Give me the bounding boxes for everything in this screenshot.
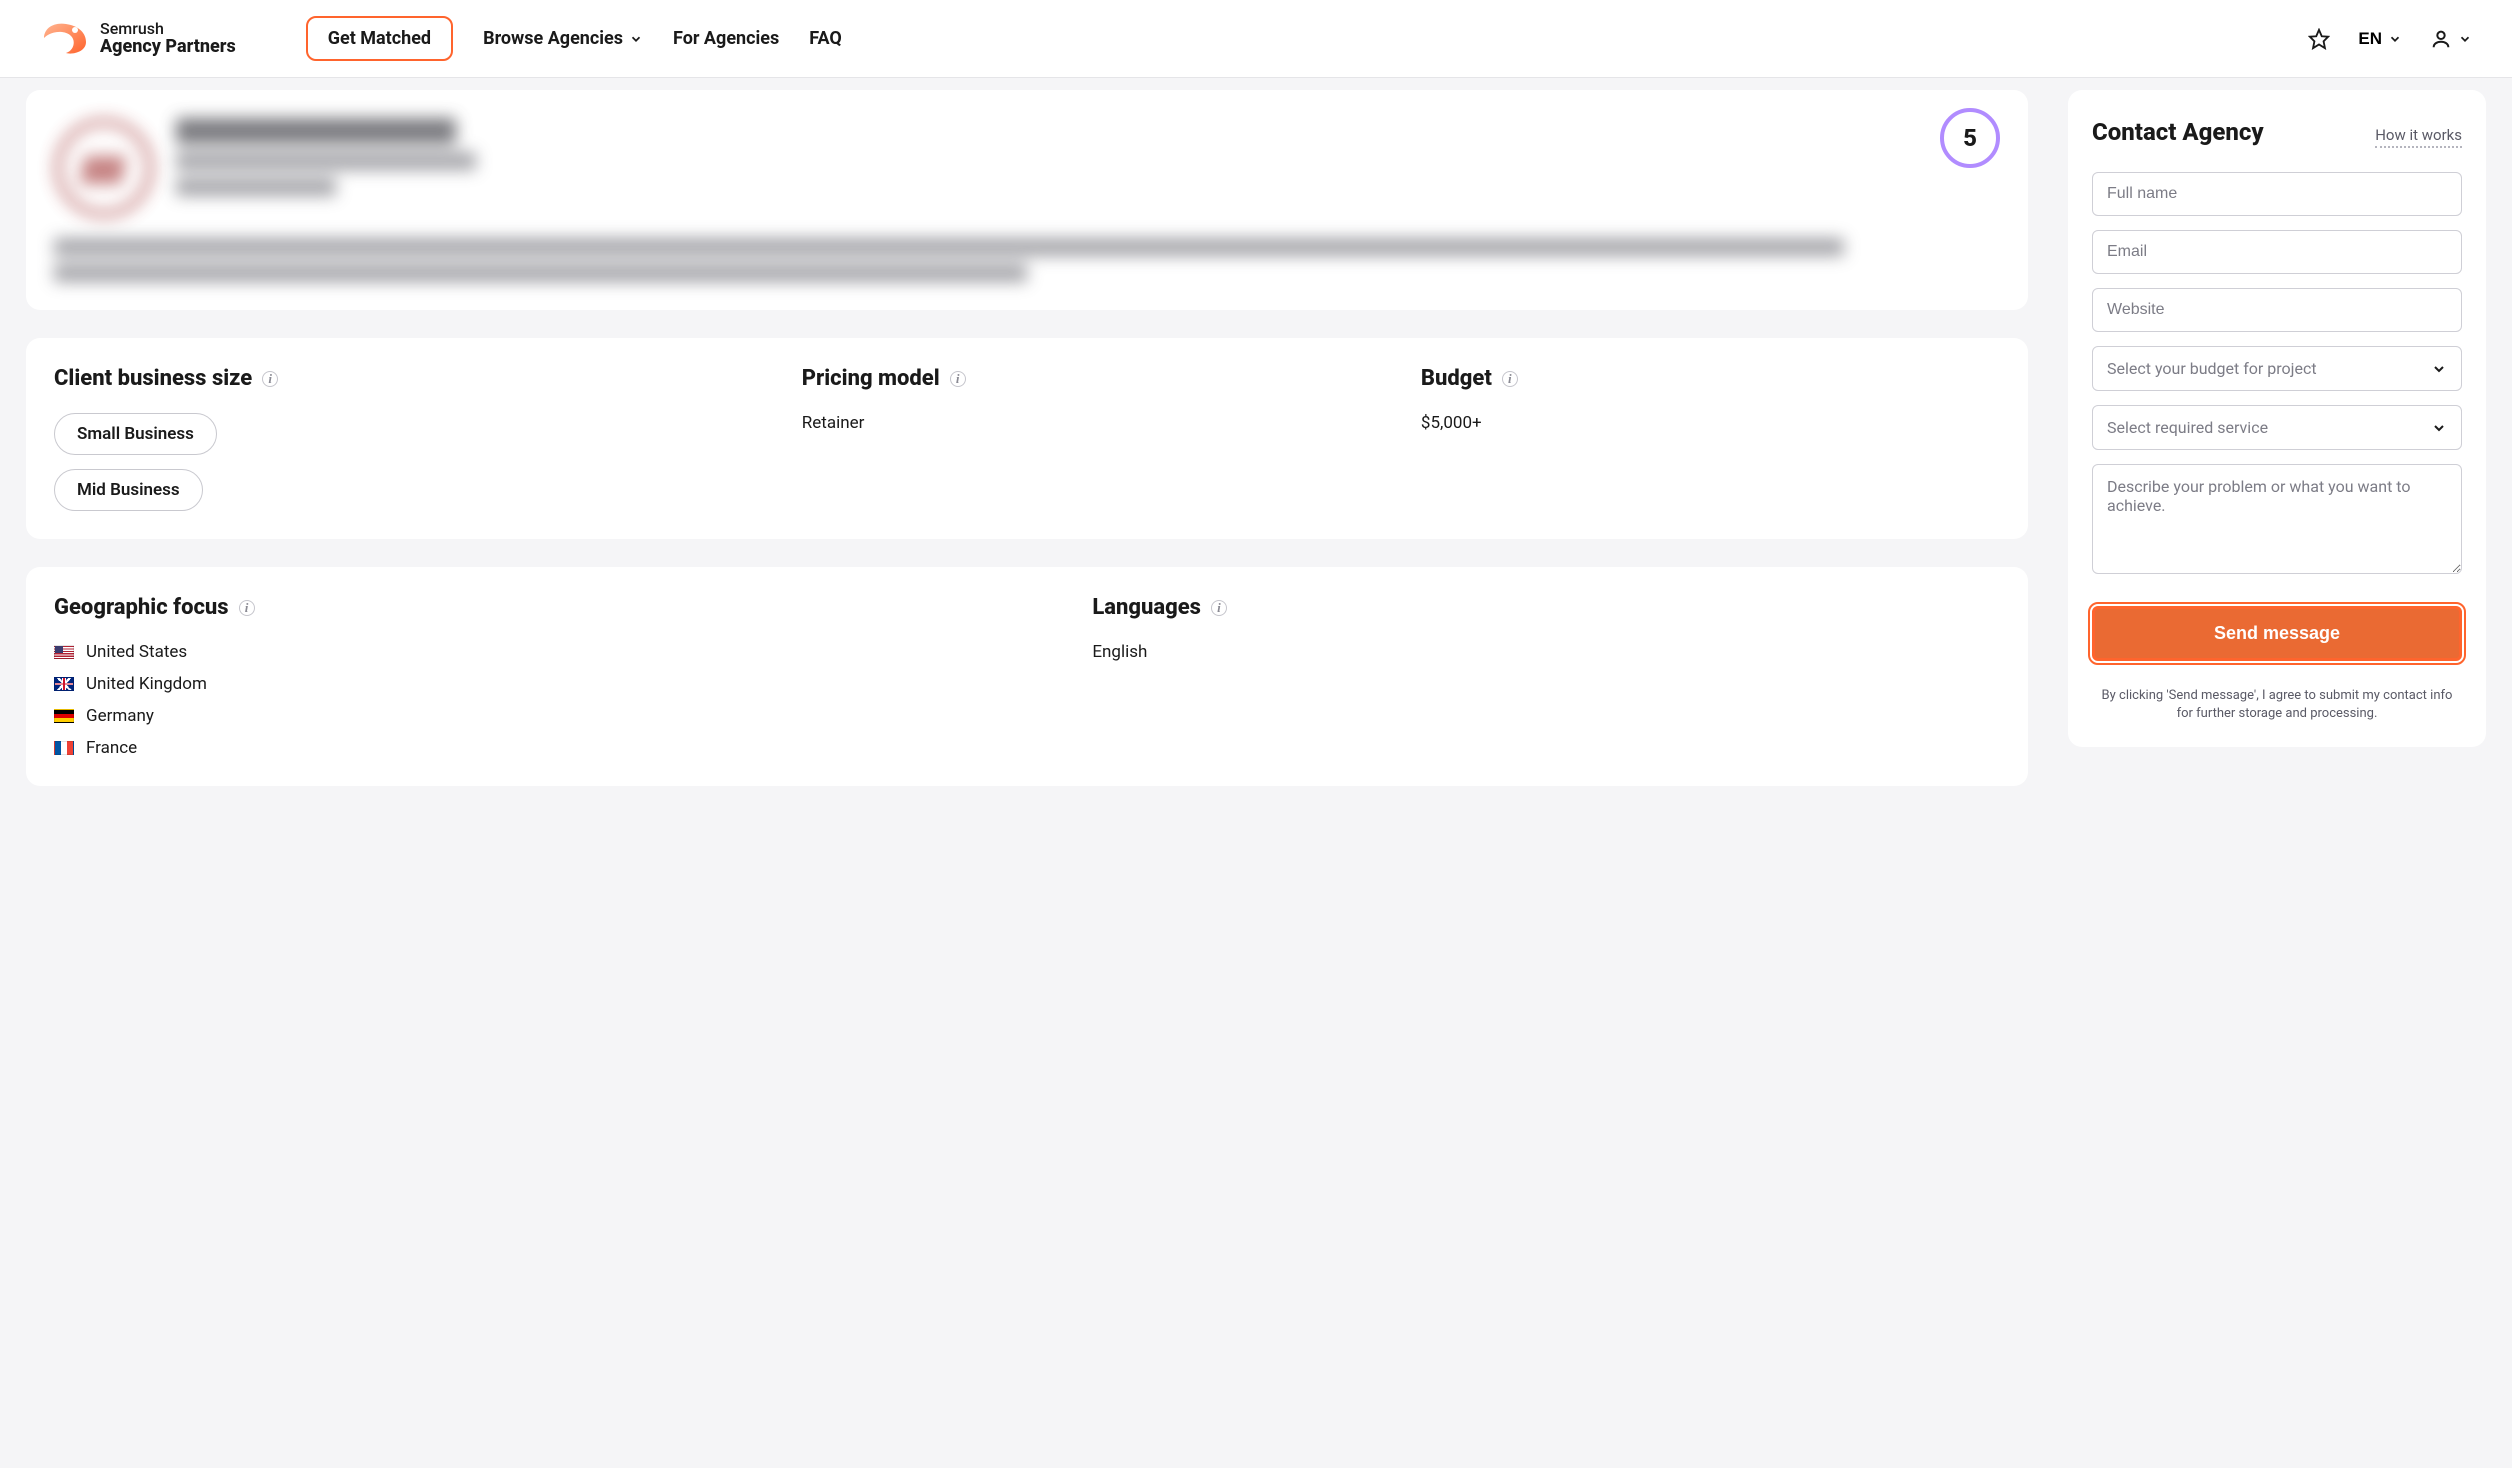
geo-item: Germany [54,706,1052,726]
chevron-down-icon [2458,32,2472,46]
website-input[interactable] [2092,288,2462,332]
info-icon[interactable]: i [239,600,255,616]
service-select-label: Select required service [2107,418,2268,437]
nav-get-matched[interactable]: Get Matched [306,16,453,61]
account-menu[interactable] [2430,28,2472,50]
primary-nav: Get Matched Browse Agencies For Agencies… [306,16,842,61]
language-switcher[interactable]: EN [2358,29,2402,49]
chevron-down-icon [2388,32,2402,46]
nav-for-agencies[interactable]: For Agencies [673,28,779,49]
client-size-chip[interactable]: Mid Business [54,469,203,511]
pricing-model-heading: Pricing model i [802,366,1381,391]
brand-line-2: Agency Partners [100,37,236,57]
client-size-heading: Client business size i [54,366,762,391]
geo-item: United States [54,642,1052,662]
geo-focus-heading: Geographic focus i [54,595,1052,620]
agency-avatar-blurred [54,118,154,218]
agency-details-card: Client business size i Small Business Mi… [26,338,2028,539]
budget-heading: Budget i [1421,366,2000,391]
agency-title-blurred [176,118,476,196]
how-it-works-link[interactable]: How it works [2375,126,2462,148]
contact-title: Contact Agency [2092,118,2264,146]
budget-select-label: Select your budget for project [2107,359,2317,378]
agency-geo-card: Geographic focus i United States United … [26,567,2028,786]
favorite-button[interactable] [2308,28,2330,50]
info-icon[interactable]: i [262,371,278,387]
languages-heading: Languages i [1092,595,2000,620]
chevron-down-icon [2431,361,2447,377]
flag-de-icon [54,709,74,723]
chevron-down-icon [629,32,643,46]
language-label: EN [2358,29,2382,49]
brand-line-1: Semrush [100,20,236,38]
agency-profile-card: 5 [26,90,2028,310]
geo-item: United Kingdom [54,674,1052,694]
legal-disclaimer: By clicking 'Send message', I agree to s… [2092,687,2462,723]
budget-value: $5,000+ [1421,413,2000,433]
language-value: English [1092,642,2000,662]
flag-us-icon [54,645,74,659]
pricing-model-value: Retainer [802,413,1381,433]
user-icon [2430,28,2452,50]
brand[interactable]: Semrush Agency Partners [40,20,236,57]
email-input[interactable] [2092,230,2462,274]
star-icon [2308,28,2330,50]
send-message-button[interactable]: Send message [2092,606,2462,661]
flag-uk-icon [54,677,74,691]
geo-item: France [54,738,1052,758]
nav-browse-agencies[interactable]: Browse Agencies [483,28,643,49]
client-size-chip[interactable]: Small Business [54,413,217,455]
nav-browse-label: Browse Agencies [483,28,623,49]
info-icon[interactable]: i [1211,600,1227,616]
contact-agency-card: Contact Agency How it works Select your … [2068,90,2486,747]
service-select[interactable]: Select required service [2092,405,2462,450]
full-name-input[interactable] [2092,172,2462,216]
description-textarea[interactable] [2092,464,2462,574]
flag-fr-icon [54,741,74,755]
budget-select[interactable]: Select your budget for project [2092,346,2462,391]
agency-score-value: 5 [1963,124,1977,152]
info-icon[interactable]: i [1502,371,1518,387]
nav-faq[interactable]: FAQ [809,28,842,49]
info-icon[interactable]: i [950,371,966,387]
agency-score-badge: 5 [1940,108,2000,168]
site-header: Semrush Agency Partners Get Matched Brow… [0,0,2512,78]
semrush-logo-icon [40,20,88,56]
agency-description-blurred [54,238,2000,282]
chevron-down-icon [2431,420,2447,436]
